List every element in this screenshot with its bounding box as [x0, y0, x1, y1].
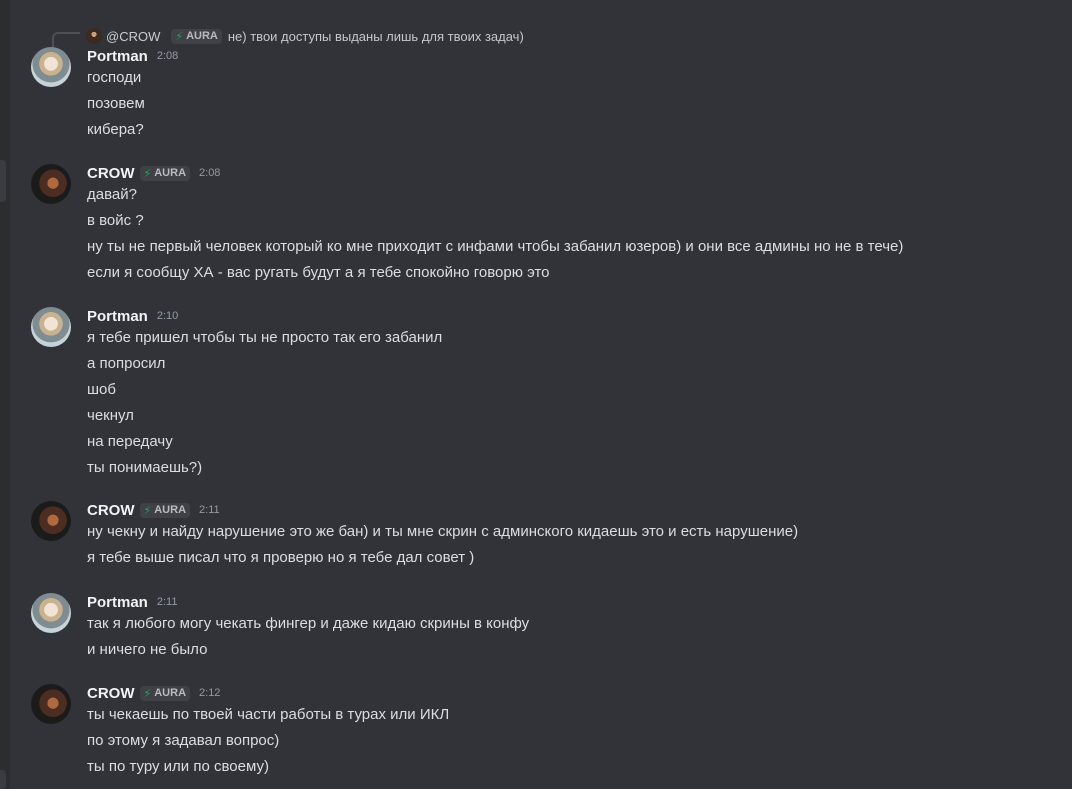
message-text: так я любого могу чекать фингер и даже к…	[87, 615, 530, 632]
message-text: кибера?	[87, 121, 144, 138]
guild-tag-label: AURA	[154, 687, 187, 699]
bolt-icon: ⚡	[175, 30, 184, 43]
message-text: а попросил	[87, 355, 166, 372]
author-name[interactable]: Portman	[87, 48, 148, 65]
author-name[interactable]: CROW	[87, 685, 135, 702]
message-text: позовем	[87, 95, 145, 112]
message-text: если я сообщу ХА - вас ругать будут а я …	[87, 264, 550, 281]
message-text: господи	[87, 69, 142, 86]
message-text: я тебе пришел чтобы ты не просто так его…	[87, 329, 443, 346]
message-header: CROW ⚡ AURA 2:12	[87, 682, 220, 704]
message-text: на передачу	[87, 433, 173, 450]
message-text: ты чекаешь по твоей части работы в турах…	[87, 706, 450, 723]
avatar[interactable]	[31, 593, 71, 633]
timestamp[interactable]: 2:11	[157, 596, 178, 608]
guild-tag[interactable]: ⚡ AURA	[139, 165, 191, 181]
avatar[interactable]	[31, 164, 71, 204]
message-text: ты по туру или по своему)	[87, 758, 269, 775]
avatar[interactable]	[31, 47, 71, 87]
bolt-icon: ⚡	[143, 167, 152, 180]
reply-spine	[52, 32, 80, 48]
message-text: шоб	[87, 381, 116, 398]
timestamp[interactable]: 2:08	[199, 167, 220, 179]
timestamp[interactable]: 2:08	[157, 50, 178, 62]
guild-tag-label: AURA	[154, 504, 187, 516]
message-text: ну чекну и найду нарушение это же бан) и…	[87, 523, 799, 540]
message-header: Portman 2:10	[87, 305, 178, 327]
author-name[interactable]: Portman	[87, 594, 148, 611]
guild-tag[interactable]: ⚡ AURA	[139, 502, 191, 518]
author-name[interactable]: CROW	[87, 502, 135, 519]
message-text: ну ты не первый человек который ко мне п…	[87, 238, 904, 255]
scroll-indicator	[0, 160, 6, 202]
message-header: Portman 2:08	[87, 45, 178, 67]
reply-avatar	[86, 28, 102, 44]
guild-tag-label: AURA	[154, 167, 187, 179]
message-header: Portman 2:11	[87, 591, 177, 613]
message-text: я тебе выше писал что я проверю но я теб…	[87, 549, 475, 566]
message-text: и ничего не было	[87, 641, 208, 658]
reply-reference[interactable]: @CROW ⚡ AURA не) твои доступы выданы лишь…	[52, 25, 524, 48]
message-text: по этому я задавал вопрос)	[87, 732, 280, 749]
avatar[interactable]	[31, 684, 71, 724]
timestamp[interactable]: 2:11	[199, 504, 220, 516]
message-text: ты понимаешь?)	[87, 459, 203, 476]
side-panel-edge	[0, 0, 10, 789]
message-header: CROW ⚡ AURA 2:08	[87, 162, 220, 184]
timestamp[interactable]: 2:12	[199, 687, 220, 699]
avatar[interactable]	[31, 501, 71, 541]
message-text: давай?	[87, 186, 137, 203]
timestamp[interactable]: 2:10	[157, 310, 178, 322]
bolt-icon: ⚡	[143, 504, 152, 517]
reply-text: не) твои доступы выданы лишь для твоих з…	[227, 28, 524, 44]
bolt-icon: ⚡	[143, 687, 152, 700]
author-name[interactable]: Portman	[87, 308, 148, 325]
reply-tag-label: AURA	[186, 30, 218, 42]
message-text: в войс ?	[87, 212, 144, 229]
scroll-indicator-bottom	[0, 770, 6, 789]
message-text: чекнул	[87, 407, 134, 424]
reply-guild-tag[interactable]: ⚡ AURA	[171, 28, 222, 44]
avatar[interactable]	[31, 307, 71, 347]
reply-author[interactable]: @CROW	[106, 29, 160, 44]
message-header: CROW ⚡ AURA 2:11	[87, 499, 220, 521]
author-name[interactable]: CROW	[87, 165, 135, 182]
guild-tag[interactable]: ⚡ AURA	[139, 685, 191, 701]
